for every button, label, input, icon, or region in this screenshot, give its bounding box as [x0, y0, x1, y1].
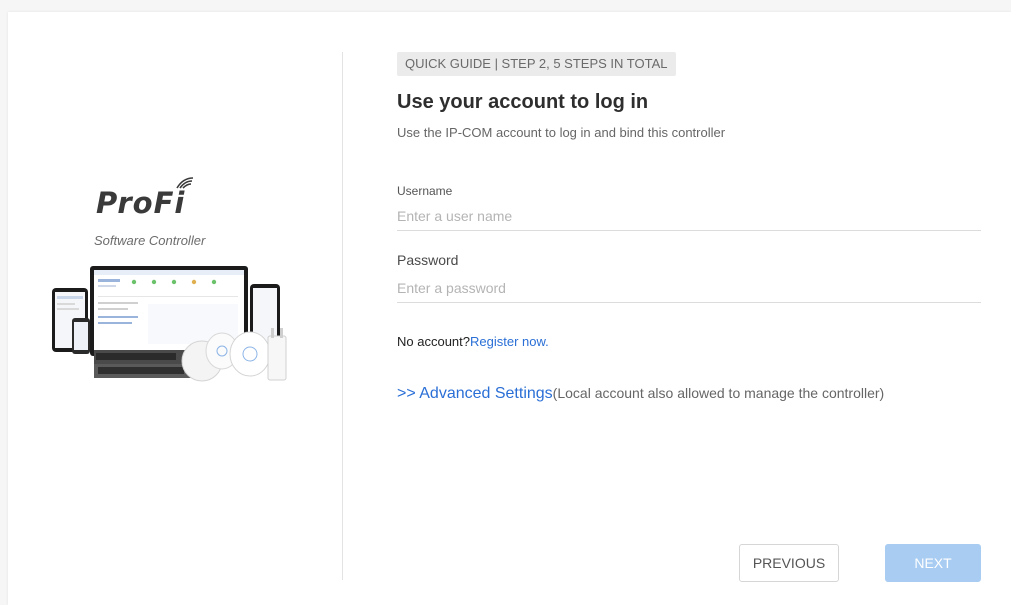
register-prompt: No account?	[397, 334, 470, 349]
password-label: Password	[397, 252, 459, 268]
register-link[interactable]: Register now.	[470, 334, 549, 349]
setup-card: ProFi Software Controller QUICK GUIDE | …	[8, 12, 1011, 605]
password-input[interactable]	[397, 277, 981, 299]
register-row: No account?Register now.	[397, 334, 549, 349]
previous-button[interactable]: PREVIOUS	[739, 544, 839, 582]
devices-illustration-icon	[52, 266, 287, 382]
password-field: Password	[397, 252, 981, 303]
advanced-settings-note: (Local account also allowed to manage th…	[552, 385, 885, 401]
advanced-settings-row: >> Advanced Settings(Local account also …	[397, 385, 884, 403]
step-indicator: QUICK GUIDE | STEP 2, 5 STEPS IN TOTAL	[397, 52, 676, 76]
brand-logo-text: ProFi	[96, 186, 186, 220]
wifi-wave-icon	[176, 177, 194, 189]
page-title: Use your account to log in	[397, 91, 649, 113]
brand-logo: ProFi	[96, 186, 185, 220]
page-description: Use the IP-COM account to log in and bin…	[397, 125, 726, 140]
username-input[interactable]	[397, 205, 981, 227]
username-field: Username	[397, 184, 981, 231]
brand-subtitle: Software Controller	[94, 233, 206, 248]
advanced-settings-link[interactable]: >> Advanced Settings	[397, 385, 553, 402]
username-label: Username	[397, 184, 453, 198]
panel-divider	[342, 52, 343, 580]
next-button[interactable]: NEXT	[885, 544, 981, 582]
